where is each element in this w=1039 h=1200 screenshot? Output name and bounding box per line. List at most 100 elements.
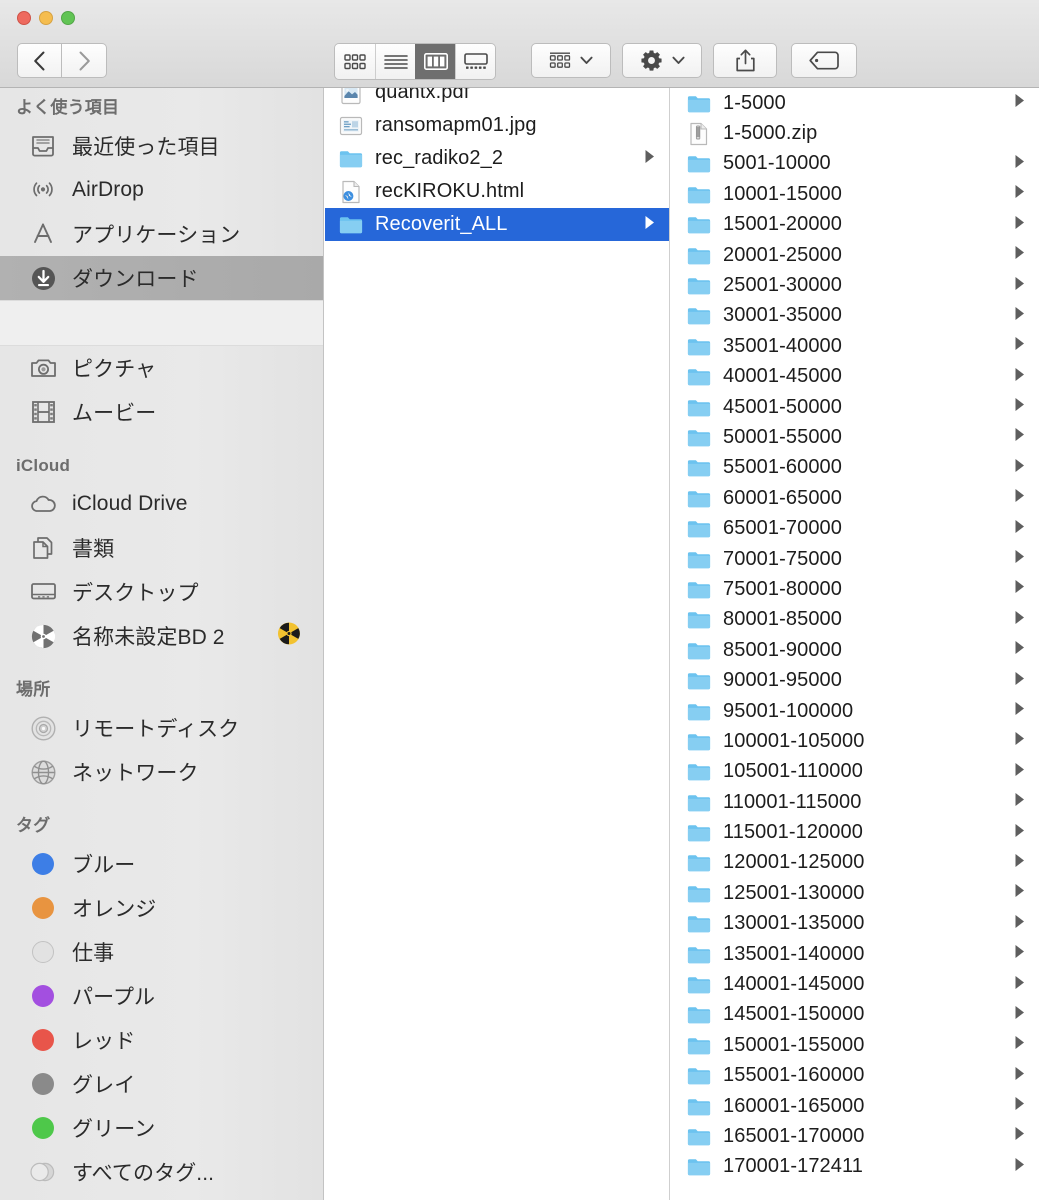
list-item[interactable]: 105001-110000 [671, 757, 1039, 787]
disclosure-arrow-icon[interactable] [1014, 1066, 1026, 1086]
list-item[interactable]: 30001-35000 [671, 301, 1039, 331]
list-item[interactable]: 35001-40000 [671, 331, 1039, 361]
zoom-button[interactable] [61, 11, 75, 25]
list-item[interactable]: 80001-85000 [671, 605, 1039, 635]
view-mode-segmented-control[interactable] [334, 43, 496, 80]
disclosure-arrow-icon[interactable] [644, 149, 656, 169]
list-item[interactable]: 60001-65000 [671, 483, 1039, 513]
sidebar-item-tag-gray[interactable]: グレイ [0, 1062, 323, 1106]
disclosure-arrow-icon[interactable] [1014, 427, 1026, 447]
gallery-view-button[interactable] [455, 44, 495, 79]
list-item[interactable]: 1-5000 [671, 88, 1039, 118]
disclosure-arrow-icon[interactable] [1014, 336, 1026, 356]
list-item[interactable]: 150001-155000 [671, 1030, 1039, 1060]
list-item[interactable]: 115001-120000 [671, 817, 1039, 847]
disclosure-arrow-icon[interactable] [1014, 519, 1026, 539]
disclosure-arrow-icon[interactable] [1014, 245, 1026, 265]
disclosure-arrow-icon[interactable] [1014, 914, 1026, 934]
list-item[interactable]: 165001-170000 [671, 1121, 1039, 1151]
sidebar-item-tag-orange[interactable]: オレンジ [0, 886, 323, 930]
sidebar-item-tag-red[interactable]: レッド [0, 1018, 323, 1062]
list-item[interactable]: 120001-125000 [671, 848, 1039, 878]
sidebar-item-tag-purple[interactable]: パープル [0, 974, 323, 1018]
sidebar-item-tag-work[interactable]: 仕事 [0, 930, 323, 974]
disclosure-arrow-icon[interactable] [644, 215, 656, 235]
sidebar-item-blank[interactable] [0, 300, 323, 346]
list-item[interactable]: 75001-80000 [671, 574, 1039, 604]
disclosure-arrow-icon[interactable] [1014, 397, 1026, 417]
arrange-button[interactable] [531, 43, 611, 78]
list-item[interactable]: 135001-140000 [671, 939, 1039, 969]
disclosure-arrow-icon[interactable] [1014, 184, 1026, 204]
disclosure-arrow-icon[interactable] [1014, 975, 1026, 995]
disclosure-arrow-icon[interactable] [1014, 701, 1026, 721]
list-item[interactable]: 160001-165000 [671, 1091, 1039, 1121]
list-item[interactable]: 100001-105000 [671, 726, 1039, 756]
list-item[interactable]: rec_radiko2_2 [325, 142, 669, 175]
list-item[interactable]: 25001-30000 [671, 270, 1039, 300]
disclosure-arrow-icon[interactable] [1014, 1096, 1026, 1116]
disclosure-arrow-icon[interactable] [1014, 792, 1026, 812]
list-item[interactable]: 145001-150000 [671, 1000, 1039, 1030]
disclosure-arrow-icon[interactable] [1014, 154, 1026, 174]
column-recoverit-all[interactable]: 1-5000 1-5000.zip 5001-10000 10001-15000 150… [671, 88, 1039, 1200]
list-item[interactable]: 125001-130000 [671, 878, 1039, 908]
list-item[interactable]: 85001-90000 [671, 635, 1039, 665]
list-item[interactable]: 10001-15000 [671, 179, 1039, 209]
disclosure-arrow-icon[interactable] [1014, 823, 1026, 843]
list-item[interactable]: 70001-75000 [671, 544, 1039, 574]
sidebar[interactable]: よく使う項目 最近使った項目 AirDrop アプリケーション ダウンロード ピ… [0, 88, 324, 1200]
sidebar-item-pictures[interactable]: ピクチャ [0, 346, 323, 390]
minimize-button[interactable] [39, 11, 53, 25]
sidebar-item-tag-blue[interactable]: ブルー [0, 842, 323, 886]
forward-button[interactable] [62, 43, 107, 78]
tags-button[interactable] [791, 43, 857, 78]
list-item[interactable]: 130001-135000 [671, 909, 1039, 939]
disclosure-arrow-icon[interactable] [1014, 731, 1026, 751]
list-item[interactable]: 5001-10000 [671, 149, 1039, 179]
column-downloads[interactable]: quantx.pdf ransomapm01.jpg rec_radiko2_2… [325, 88, 670, 1200]
close-button[interactable] [17, 11, 31, 25]
sidebar-item-downloads[interactable]: ダウンロード [0, 256, 323, 300]
list-item[interactable]: 50001-55000 [671, 422, 1039, 452]
list-item[interactable]: 45001-50000 [671, 392, 1039, 422]
list-item[interactable]: 95001-100000 [671, 696, 1039, 726]
sidebar-item-desktop[interactable]: デスクトップ [0, 570, 323, 614]
disclosure-arrow-icon[interactable] [1014, 640, 1026, 660]
disclosure-arrow-icon[interactable] [1014, 367, 1026, 387]
sidebar-item-applications[interactable]: アプリケーション [0, 212, 323, 256]
column-view-button[interactable] [415, 44, 455, 79]
burn-icon[interactable] [277, 622, 301, 651]
disclosure-arrow-icon[interactable] [1014, 488, 1026, 508]
disclosure-arrow-icon[interactable] [1014, 883, 1026, 903]
list-item[interactable]: 20001-25000 [671, 240, 1039, 270]
disclosure-arrow-icon[interactable] [1014, 1005, 1026, 1025]
disclosure-arrow-icon[interactable] [1014, 93, 1026, 113]
disclosure-arrow-icon[interactable] [1014, 762, 1026, 782]
disclosure-arrow-icon[interactable] [1014, 1126, 1026, 1146]
action-menu-button[interactable] [622, 43, 702, 78]
back-button[interactable] [17, 43, 62, 78]
sidebar-item-network[interactable]: ネットワーク [0, 750, 323, 794]
disclosure-arrow-icon[interactable] [1014, 671, 1026, 691]
list-item[interactable]: 15001-20000 [671, 210, 1039, 240]
sidebar-item-tag-green[interactable]: グリーン [0, 1106, 323, 1150]
disclosure-arrow-icon[interactable] [1014, 579, 1026, 599]
sidebar-item-optical-disc[interactable]: 名称未設定BD 2 [0, 614, 323, 658]
disclosure-arrow-icon[interactable] [1014, 276, 1026, 296]
disclosure-arrow-icon[interactable] [1014, 1035, 1026, 1055]
sidebar-item-movies[interactable]: ムービー [0, 390, 323, 434]
list-item[interactable]: 155001-160000 [671, 1061, 1039, 1091]
disclosure-arrow-icon[interactable] [1014, 306, 1026, 326]
disclosure-arrow-icon[interactable] [1014, 610, 1026, 630]
list-item[interactable]: 65001-70000 [671, 513, 1039, 543]
list-item[interactable]: 90001-95000 [671, 665, 1039, 695]
disclosure-arrow-icon[interactable] [1014, 215, 1026, 235]
icon-view-button[interactable] [335, 44, 375, 79]
disclosure-arrow-icon[interactable] [1014, 853, 1026, 873]
list-item[interactable]: Recoverit_ALL [325, 208, 669, 241]
list-item[interactable]: quantx.pdf [325, 88, 669, 109]
share-button[interactable] [713, 43, 777, 78]
list-item[interactable]: 140001-145000 [671, 969, 1039, 999]
list-item[interactable]: 40001-45000 [671, 362, 1039, 392]
